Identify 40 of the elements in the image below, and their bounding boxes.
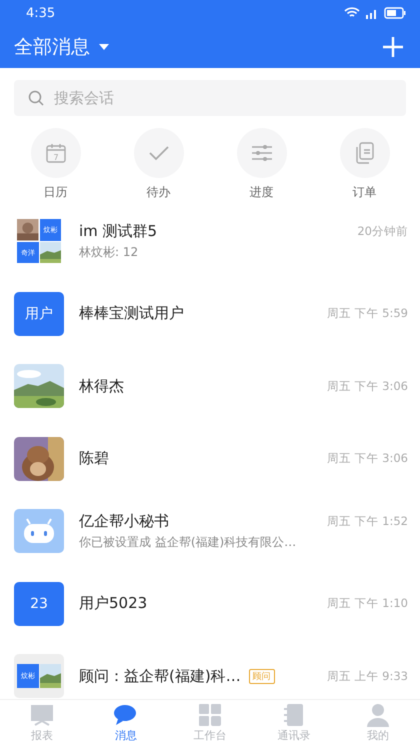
nav-tab[interactable]: 消息 bbox=[84, 700, 168, 746]
check-icon[interactable] bbox=[148, 145, 170, 161]
message-time: 周五 下午 3:06 bbox=[326, 451, 408, 466]
robot-avatar bbox=[14, 509, 64, 554]
message-time: 周五 上午 9:33 bbox=[326, 668, 408, 684]
status-time: 4:35 bbox=[26, 6, 56, 20]
add-icon[interactable] bbox=[382, 36, 404, 58]
signal-icon bbox=[365, 7, 379, 19]
message-preview: 你已被设置成 益企帮(福建)科技有限公… bbox=[79, 534, 298, 551]
person-icon bbox=[365, 703, 391, 727]
message-time: 周五 下午 3:06 bbox=[326, 378, 408, 394]
shortcut-label[interactable]: 日历 bbox=[44, 184, 68, 201]
message-time: 周五 下午 5:59 bbox=[326, 306, 408, 322]
conversation-name[interactable]: 亿企帮小秘书 bbox=[79, 512, 169, 531]
dropdown-caret-icon[interactable] bbox=[98, 43, 110, 51]
search-field[interactable]: 搜索会话 bbox=[14, 80, 406, 116]
role-tag: 顾问 bbox=[248, 668, 275, 684]
message-time: 20分钟前 bbox=[357, 224, 408, 239]
user-avatar: 23 bbox=[14, 582, 64, 626]
message-time: 周五 下午 1:10 bbox=[326, 596, 408, 612]
shortcut-label[interactable]: 待办 bbox=[146, 184, 170, 201]
sliders-icon[interactable] bbox=[250, 144, 272, 162]
wifi-icon bbox=[344, 7, 360, 19]
conversation-name[interactable]: 林得杰 bbox=[79, 376, 124, 396]
message-time: 周五 下午 1:52 bbox=[326, 514, 408, 529]
conversation-name[interactable]: 棒棒宝测试用户 bbox=[79, 304, 184, 324]
chart-board-icon bbox=[29, 703, 55, 727]
message-preview: 林炆彬: 12 bbox=[79, 244, 140, 261]
conversation-name[interactable]: im 测试群5 bbox=[79, 222, 158, 241]
battery-icon bbox=[384, 7, 406, 19]
header-title[interactable]: 全部消息 bbox=[14, 34, 90, 60]
shortcut-label[interactable]: 进度 bbox=[250, 184, 274, 201]
user-avatar: 用户 bbox=[14, 292, 64, 336]
chat-bubble-icon bbox=[113, 703, 139, 727]
conversation-name[interactable]: 顾问：益企帮(福建)科… bbox=[79, 666, 241, 686]
documents-icon[interactable] bbox=[354, 142, 374, 164]
shortcut-label[interactable]: 订单 bbox=[352, 184, 376, 201]
conversation-name[interactable]: 用户5023 bbox=[79, 594, 148, 614]
conversation-name[interactable]: 陈碧 bbox=[79, 449, 109, 468]
grid-icon bbox=[197, 703, 223, 727]
